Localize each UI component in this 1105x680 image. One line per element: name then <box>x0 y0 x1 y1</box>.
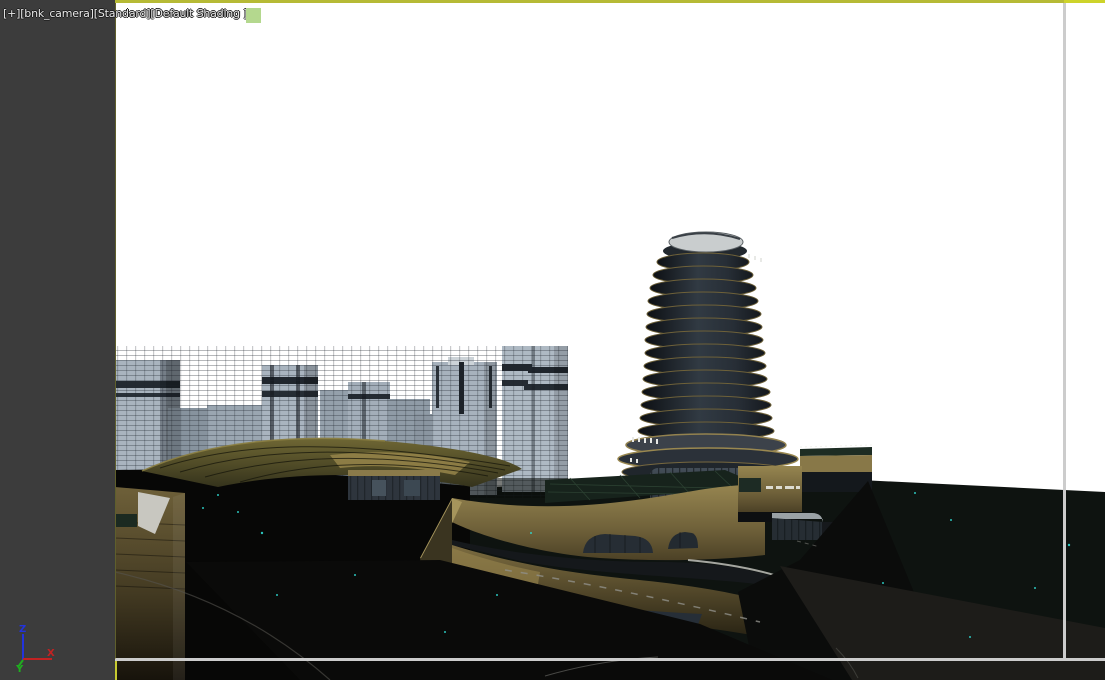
viewport-general-menu[interactable]: [+] <box>3 7 20 20</box>
viewport-shading-menu[interactable]: [Default Shading ] <box>150 7 247 20</box>
viewport-renderer-menu[interactable]: [Standard] <box>94 7 151 20</box>
y-axis-label: Y <box>15 664 24 675</box>
scene-render <box>115 0 1105 680</box>
viewport-camera-menu[interactable]: [bnk_camera] <box>20 7 94 20</box>
camera-viewport[interactable] <box>115 0 1105 680</box>
render-safe-frame-horizontal-line <box>115 658 1105 661</box>
application-window: Z X Y [+][bnk_camera][Standard][Default … <box>0 0 1105 680</box>
active-viewport-border-top <box>115 0 1064 3</box>
active-viewport-border-left <box>115 3 116 659</box>
active-viewport-border-left-bottom <box>115 661 117 680</box>
x-axis-label: X <box>47 648 55 659</box>
world-axis-gizmo: Z X Y <box>0 560 115 680</box>
side-viewport-panel[interactable]: Z X Y <box>0 0 116 680</box>
active-viewport-border-top-right <box>1064 0 1105 3</box>
mall-right-deck <box>800 445 872 492</box>
viewport-label: [+][bnk_camera][Standard][Default Shadin… <box>3 7 247 20</box>
render-safe-frame-vertical-line <box>1063 3 1066 659</box>
color-swatch-indicator <box>246 8 261 23</box>
z-axis-label: Z <box>19 624 26 635</box>
